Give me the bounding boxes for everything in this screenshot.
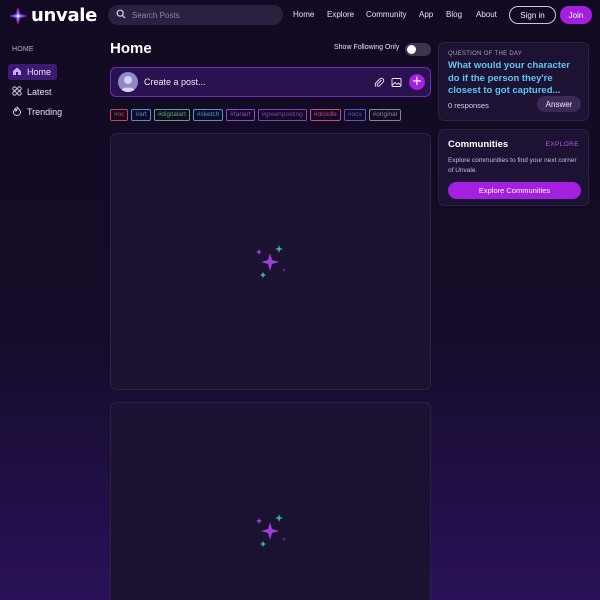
tag-chip[interactable]: #ocs [343,109,366,121]
sparkle-icon [255,244,289,285]
qotd-response-count: 0 responses [448,101,489,110]
nav-explore[interactable]: Explore [327,10,354,19]
tag-chip[interactable]: #oc [110,109,129,121]
tag-strip: #oc #art #digitalart #sketch #fanart #greenpo… [110,109,431,122]
avatar [118,72,138,92]
create-post-placeholder[interactable]: Create a post... [144,77,206,87]
question-of-the-day-card: QUESTION OF THE DAY What would your char… [438,42,589,121]
communities-description: Explore communities to find your next co… [448,157,577,174]
sidebar-item-label: Latest [27,87,52,97]
logo-wordmark: unvale [31,5,98,26]
tag-chip[interactable]: #doodle [309,109,341,121]
home-icon [12,66,22,78]
sidebar-item-latest[interactable]: Latest [8,84,58,100]
tag-chip[interactable]: #fanart [226,109,255,121]
flame-icon [12,106,22,118]
tag-chip[interactable]: #sketch [192,109,224,121]
sidebar-item-label: Trending [27,107,63,117]
post-composer[interactable]: Create a post... + [110,67,431,97]
page-title: Home [110,40,152,57]
qotd-label: QUESTION OF THE DAY [448,51,523,57]
tag-chip[interactable]: #art [131,109,151,121]
paperclip-icon[interactable] [372,75,386,89]
plus-icon[interactable]: + [409,74,425,90]
following-only-toggle[interactable] [405,43,431,56]
tag-chip[interactable]: #original [368,109,402,121]
search-bar[interactable] [108,5,283,25]
nav-app[interactable]: App [419,10,433,19]
search-input[interactable] [132,10,272,20]
sign-in-button[interactable]: Sign in [509,6,556,24]
logo[interactable]: unvale [8,5,97,26]
toggle-knob [407,45,416,54]
explore-communities-button[interactable]: Explore Communities [448,182,581,199]
sidebar-section-title: HOME [12,46,34,53]
nav-blog[interactable]: Blog [446,10,462,19]
communities-title: Communities [448,139,509,150]
sidebar-item-home[interactable]: Home [8,64,58,80]
nav-about[interactable]: About [476,10,497,19]
tag-chip[interactable]: #greenposting [257,109,307,121]
sparkle-icon [255,513,289,554]
answer-button[interactable]: Answer [537,96,581,112]
grid-icon [12,86,22,98]
follow-toggle-label: Show Following Only [334,44,400,51]
nav-community[interactable]: Community [366,10,406,19]
search-icon [116,6,126,24]
communities-card: Communities EXPLORE Explore communities … [438,129,589,206]
unvale-logo-icon [8,6,28,26]
explore-link[interactable]: EXPLORE [545,141,579,148]
nav-home[interactable]: Home [293,10,314,19]
image-icon[interactable] [389,75,403,89]
join-button[interactable]: Join [560,6,592,24]
post-card-loading [110,402,431,600]
post-card-loading [110,133,431,390]
tag-chip[interactable]: #digitalart [153,109,190,121]
top-bar: unvale Home Explore Community App Blog A… [0,0,600,30]
qotd-question[interactable]: What would your character do if the pers… [448,60,582,98]
sidebar-item-label: Home [27,67,52,77]
sidebar-item-trending[interactable]: Trending [8,104,68,120]
